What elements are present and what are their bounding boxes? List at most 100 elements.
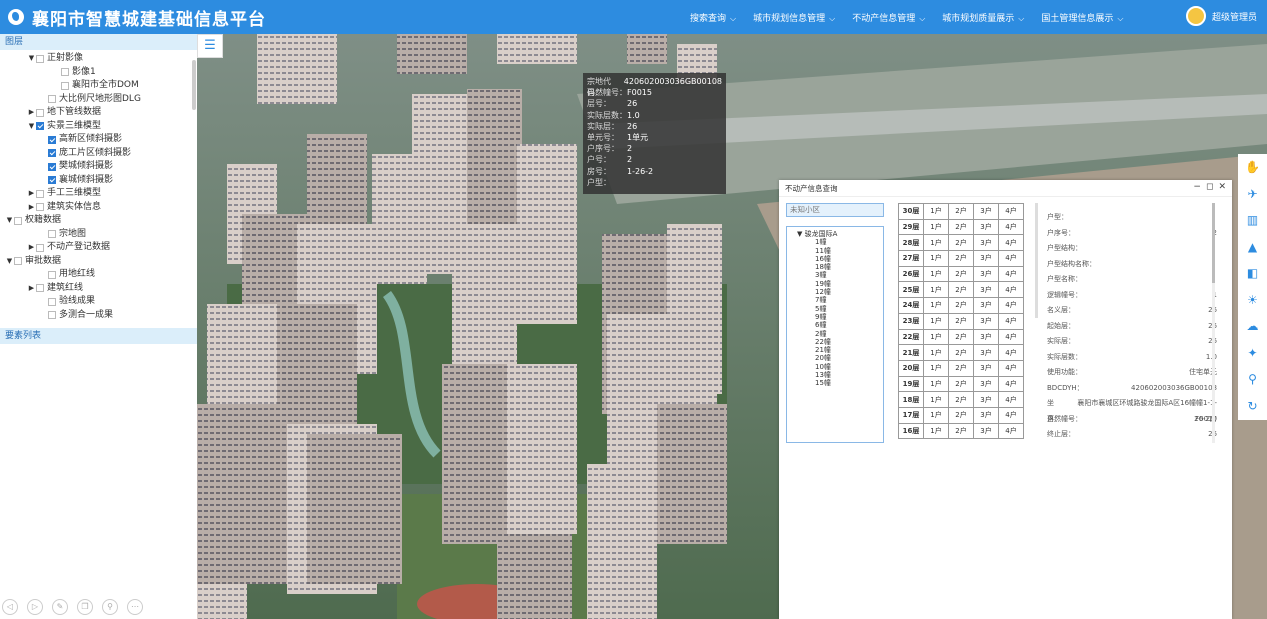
room-cell[interactable]: 3户: [973, 234, 999, 252]
building-node[interactable]: 3幢: [787, 271, 883, 279]
layer-tree-item[interactable]: ▼ 实景三维模型: [0, 120, 197, 134]
room-cell[interactable]: 4户: [998, 203, 1024, 220]
layer-checkbox[interactable]: [36, 108, 44, 117]
room-cell[interactable]: 2户: [948, 406, 974, 424]
room-cell[interactable]: 4户: [998, 234, 1024, 252]
layer-tree-item[interactable]: ▼ 权籍数据: [0, 214, 197, 228]
layer-tree-item[interactable]: 多测合一成果: [0, 309, 197, 323]
nav-planning-quality[interactable]: 城市规划质量展示 ⌵: [942, 11, 1024, 24]
nav-land-management[interactable]: 国土管理信息展示 ⌵: [1041, 11, 1123, 24]
layer-tree-item[interactable]: 襄阳市全市DOM: [0, 79, 197, 93]
room-cell[interactable]: 3户: [973, 281, 999, 299]
more-icon[interactable]: ⋯: [127, 599, 143, 615]
room-cell[interactable]: 4户: [998, 250, 1024, 267]
building-node[interactable]: 16幢: [787, 255, 883, 263]
split-icon[interactable]: ◧: [1238, 260, 1267, 287]
room-cell[interactable]: 1户: [923, 234, 949, 252]
room-cell[interactable]: 1户: [923, 203, 949, 220]
room-cell[interactable]: 3户: [973, 391, 999, 408]
layer-checkbox[interactable]: [48, 162, 56, 171]
room-cell[interactable]: 3户: [973, 344, 999, 361]
room-cell[interactable]: 4户: [998, 297, 1024, 314]
room-cell[interactable]: 4户: [998, 218, 1024, 236]
room-cell[interactable]: 2户: [948, 328, 974, 346]
cloud-icon[interactable]: ☁: [1238, 313, 1267, 340]
room-cell[interactable]: 2户: [948, 203, 974, 220]
building-node[interactable]: 12幢: [787, 288, 883, 296]
building-node[interactable]: 20幢: [787, 354, 883, 362]
room-cell[interactable]: 1户: [923, 218, 949, 236]
layer-tree-item[interactable]: 庞工片区倾斜摄影: [0, 147, 197, 161]
layer-checkbox[interactable]: [48, 176, 56, 185]
room-cell[interactable]: 3户: [973, 297, 999, 314]
layer-checkbox[interactable]: [48, 149, 56, 158]
room-cell[interactable]: 2户: [948, 234, 974, 252]
room-cell[interactable]: 2户: [948, 344, 974, 361]
layer-tree-item[interactable]: ▶ 建筑实体信息: [0, 201, 197, 215]
room-cell[interactable]: 2户: [948, 391, 974, 408]
layer-checkbox[interactable]: [48, 135, 56, 144]
layer-tree-item[interactable]: 高新区倾斜摄影: [0, 133, 197, 147]
expand-arrow-icon[interactable]: ▼: [27, 120, 36, 134]
room-cell[interactable]: 3户: [973, 203, 999, 220]
room-cell[interactable]: 1户: [923, 328, 949, 346]
building-node[interactable]: 9幢: [787, 313, 883, 321]
refresh-icon[interactable]: ↻: [1238, 393, 1267, 420]
expand-arrow-icon[interactable]: ▼: [797, 230, 805, 238]
collapse-arrow-icon[interactable]: ▶: [27, 187, 36, 201]
building-node[interactable]: 21幢: [787, 346, 883, 354]
building-node[interactable]: 2幢: [787, 330, 883, 338]
layer-tree-item[interactable]: ▶ 不动产登记数据: [0, 241, 197, 255]
room-cell[interactable]: 1户: [923, 281, 949, 299]
book-icon[interactable]: ▥: [1238, 207, 1267, 234]
hand-icon[interactable]: ✋: [1238, 154, 1267, 181]
expand-arrow-icon[interactable]: ▼: [5, 255, 14, 269]
room-cell[interactable]: 1户: [923, 297, 949, 314]
building-node[interactable]: 13幢: [787, 371, 883, 379]
room-cell[interactable]: 2户: [948, 250, 974, 267]
satellite-icon[interactable]: ✦: [1238, 340, 1267, 367]
layer-tree-item[interactable]: 樊城倾斜摄影: [0, 160, 197, 174]
layer-tree-item[interactable]: ▶ 建筑红线: [0, 282, 197, 296]
details-scrollbar[interactable]: [1212, 203, 1215, 443]
room-cell[interactable]: 4户: [998, 312, 1024, 330]
layer-checkbox[interactable]: [14, 216, 22, 225]
room-cell[interactable]: 4户: [998, 391, 1024, 408]
layer-tree-item[interactable]: 影像1: [0, 66, 197, 80]
nav-real-estate[interactable]: 不动产信息管理 ⌵: [852, 11, 925, 24]
layer-tree-item[interactable]: ▶ 手工三维模型: [0, 187, 197, 201]
building-node[interactable]: 7幢: [787, 296, 883, 304]
layer-checkbox[interactable]: [36, 189, 44, 198]
collapse-arrow-icon[interactable]: ▶: [27, 201, 36, 215]
building-node[interactable]: 22幢: [787, 338, 883, 346]
layer-tree-item[interactable]: 用地红线: [0, 268, 197, 282]
room-cell[interactable]: 4户: [998, 344, 1024, 361]
grid-scrollbar[interactable]: [1035, 203, 1038, 318]
building-node[interactable]: 19幢: [787, 280, 883, 288]
building-node[interactable]: 1幢: [787, 238, 883, 246]
nav-search-query[interactable]: 搜索查询 ⌵: [690, 11, 736, 24]
layer-tree-item[interactable]: 襄城倾斜摄影: [0, 174, 197, 188]
room-cell[interactable]: 3户: [973, 265, 999, 283]
tree-scrollbar[interactable]: [192, 60, 196, 110]
building-node[interactable]: 11幢: [787, 247, 883, 255]
expand-arrow-icon[interactable]: ▼: [27, 52, 36, 66]
room-cell[interactable]: 3户: [973, 328, 999, 346]
toggle-panel-icon[interactable]: ☰: [197, 34, 223, 58]
room-cell[interactable]: 4户: [998, 422, 1024, 440]
room-cell[interactable]: 1户: [923, 312, 949, 330]
search-icon[interactable]: ⚲: [102, 599, 118, 615]
maximize-icon[interactable]: ◻: [1206, 182, 1213, 192]
layer-checkbox[interactable]: [48, 311, 56, 320]
room-cell[interactable]: 1户: [923, 406, 949, 424]
room-cell[interactable]: 1户: [923, 265, 949, 283]
room-cell[interactable]: 3户: [973, 406, 999, 424]
mountain-icon[interactable]: ▲: [1238, 234, 1267, 261]
room-cell[interactable]: 2户: [948, 359, 974, 377]
room-cell[interactable]: 4户: [998, 406, 1024, 424]
community-node[interactable]: ▼ 骏龙国际A: [787, 230, 883, 238]
layer-checkbox[interactable]: [48, 230, 56, 239]
room-cell[interactable]: 2户: [948, 375, 974, 393]
layer-checkbox[interactable]: [36, 203, 44, 212]
layer-checkbox[interactable]: [48, 95, 56, 104]
